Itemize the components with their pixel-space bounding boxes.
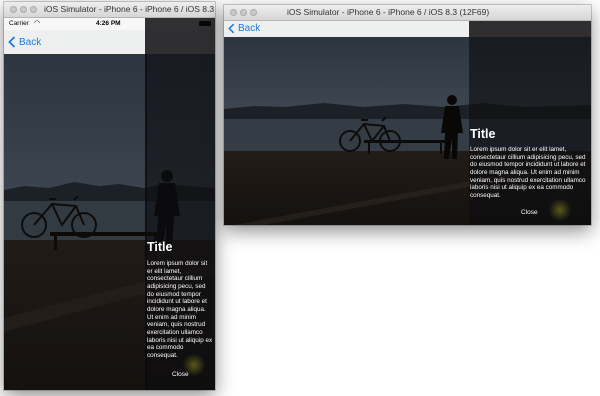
back-label: Back (19, 36, 42, 48)
window-title: iOS Simulator - iPhone 6 - iPhone 6 / iO… (44, 4, 215, 14)
wifi-icon: ◠ (34, 20, 41, 27)
simulator-window-landscape: iOS Simulator - iPhone 6 - iPhone 6 / iO… (224, 5, 591, 225)
back-button[interactable]: Back (228, 23, 260, 34)
panel-title: Title (470, 127, 496, 141)
panel-body-text: Lorem ipsum dolor sit er elit lamet, con… (470, 146, 586, 200)
close-window-icon[interactable] (230, 9, 237, 16)
panel-title: Title (147, 240, 173, 254)
minimize-window-icon[interactable] (240, 9, 247, 16)
minimize-window-icon[interactable] (20, 6, 27, 13)
touch-indicator (549, 199, 571, 221)
zoom-window-icon[interactable] (30, 6, 37, 13)
info-panel: Title Lorem ipsum dolor sit er elit lame… (469, 21, 591, 225)
chevron-left-icon (8, 36, 16, 48)
status-time: 4:26 PM (96, 20, 121, 27)
close-button[interactable]: Close (172, 371, 189, 378)
device-screen: Back Title Lorem ipsum dolor sit er elit… (224, 21, 591, 225)
carrier-label: Carrier (9, 20, 29, 27)
back-label: Back (238, 23, 261, 34)
close-window-icon[interactable] (10, 6, 17, 13)
chevron-left-icon (228, 23, 235, 34)
back-button[interactable]: Back (8, 36, 41, 48)
simulator-window-portrait: iOS Simulator - iPhone 6 - iPhone 6 / iO… (4, 2, 215, 390)
device-screen: Carrier ◠ 4:26 PM Back Title Lorem ipsum… (4, 18, 215, 390)
close-button[interactable]: Close (521, 209, 538, 216)
window-titlebar: iOS Simulator - iPhone 6 - iPhone 6 / iO… (224, 5, 591, 21)
panel-body-text: Lorem ipsum dolor sit er elit lamet, con… (147, 260, 213, 360)
window-titlebar: iOS Simulator - iPhone 6 - iPhone 6 / iO… (4, 2, 215, 18)
zoom-window-icon[interactable] (250, 9, 257, 16)
overlay-dim (4, 18, 147, 390)
window-title: iOS Simulator - iPhone 6 - iPhone 6 / iO… (287, 7, 490, 17)
info-panel: Title Lorem ipsum dolor sit er elit lame… (145, 18, 215, 390)
overlay-dim (224, 21, 469, 225)
